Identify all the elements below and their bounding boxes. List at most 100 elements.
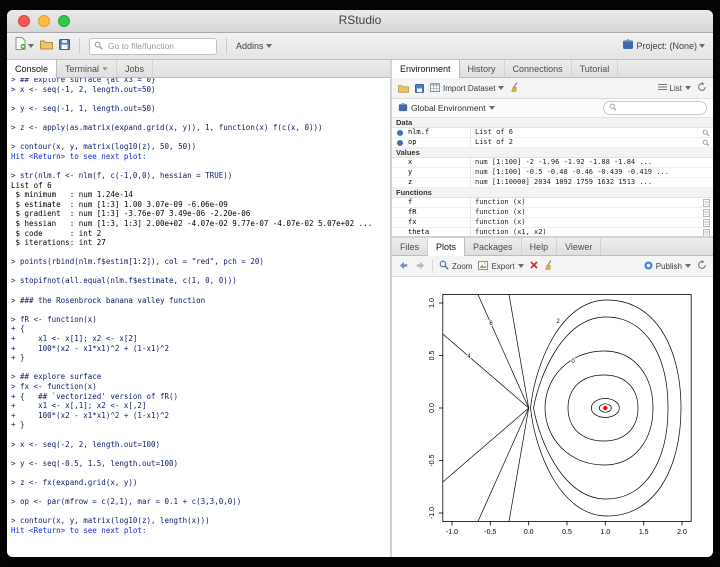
env-row-fx[interactable]: fx function (x) (392, 218, 713, 228)
tab-jobs[interactable]: Jobs (117, 60, 154, 77)
environment-display-mode-button[interactable]: List (657, 83, 691, 93)
clear-all-plots-button[interactable] (544, 260, 554, 272)
console-line: + } (11, 353, 25, 363)
save-button[interactable] (59, 37, 70, 55)
env-object-value: List of 2 (470, 138, 713, 147)
goto-file-search[interactable] (89, 37, 217, 55)
tab-packages[interactable]: Packages (465, 238, 522, 255)
plots-tabbar: Files Plots Packages Help Viewer (392, 238, 713, 256)
tab-help[interactable]: Help (522, 238, 558, 255)
console-line: > y <- seq(-1, 1, length.out=50) (11, 103, 156, 113)
console-line: > contour(x, y, matrix(log10(z), 50, 50)… (11, 142, 197, 152)
console-output: > ## explore surface {at x3 = 0} > x <- s… (11, 78, 388, 536)
tab-tutorial[interactable]: Tutorial (572, 60, 619, 77)
object-type-icon (397, 130, 403, 136)
env-row-theta[interactable]: theta function (x1, x2) (392, 228, 713, 236)
refresh-icon (697, 82, 707, 94)
console-line: > op <- par(mfrow = c(2,1), mar = 0.1 + … (11, 497, 242, 507)
environment-scope-row: Global Environment (392, 99, 713, 118)
close-window-button[interactable] (18, 15, 30, 27)
tab-environment[interactable]: Environment (392, 60, 460, 78)
env-object-name: f (408, 198, 413, 206)
tab-help-label: Help (529, 241, 549, 252)
zoom-window-button[interactable] (58, 15, 70, 27)
env-row-x[interactable]: x num [1:100] -2 -1.96 -1.92 -1.88 -1.84 … (392, 158, 713, 168)
y-tick-label: 0.5 (429, 351, 436, 361)
environment-scope-select[interactable]: Global Environment (398, 102, 495, 114)
tab-plots-label: Plots (436, 242, 457, 252)
x-tick-label: 2.0 (677, 529, 687, 536)
env-row-fR[interactable]: fR function (x) (392, 208, 713, 218)
rstudio-window: RStudio Addins (7, 10, 713, 557)
tab-viewer-label: Viewer (565, 241, 593, 252)
main-toolbar: Addins Project: (None) (7, 33, 713, 60)
x-axis-ticks (451, 521, 683, 526)
publish-label: Publish (655, 261, 682, 271)
list-mode-label: List (669, 83, 682, 93)
save-workspace-button[interactable] (415, 83, 424, 93)
load-workspace-button[interactable] (398, 84, 409, 93)
r-cube-icon (398, 102, 408, 114)
tab-files[interactable]: Files (392, 238, 429, 255)
project-menu-button[interactable]: Project: (None) (622, 37, 705, 55)
console-line: > z <- apply(as.matrix(expand.grid(x, y)… (11, 122, 323, 132)
tab-terminal-label: Terminal (65, 63, 100, 74)
env-object-name: op (408, 138, 417, 146)
env-row-f[interactable]: f function (x) (392, 198, 713, 208)
tab-history[interactable]: History (460, 60, 505, 77)
plots-toolbar: Zoom Export Publish (392, 256, 713, 277)
chevron-down-icon (488, 106, 495, 110)
chevron-down-icon (699, 44, 705, 48)
console-line: + { ## `vectorized' version of fR() (11, 391, 179, 401)
r-project-cube-icon (622, 37, 634, 55)
open-file-button[interactable] (40, 37, 53, 55)
import-dataset-button[interactable]: Import Dataset (430, 82, 505, 94)
object-type-icon (397, 140, 403, 146)
tab-console[interactable]: Console (7, 60, 58, 78)
publish-plot-button[interactable]: Publish (644, 261, 691, 272)
tab-tutorial-label: Tutorial (579, 63, 610, 74)
desktop-background: RStudio Addins (0, 0, 720, 567)
view-function-icon[interactable] (703, 228, 710, 236)
environment-pane: Environment History Connections Tutorial… (392, 60, 713, 236)
env-row-nlm.f[interactable]: nlm.f List of 6 (392, 128, 713, 138)
tab-connections[interactable]: Connections (505, 60, 572, 77)
goto-file-input[interactable] (106, 40, 212, 52)
export-plot-button[interactable]: Export (478, 260, 524, 272)
new-file-button[interactable] (15, 37, 34, 55)
tab-viewer[interactable]: Viewer (557, 238, 602, 255)
chevron-down-icon (685, 264, 691, 268)
publish-icon (644, 261, 653, 272)
next-plot-button[interactable] (415, 261, 426, 272)
env-row-op[interactable]: op List of 2 (392, 138, 713, 148)
tab-plots[interactable]: Plots (428, 238, 466, 256)
addins-menu-button[interactable]: Addins (236, 41, 272, 51)
refresh-plot-button[interactable] (697, 260, 707, 272)
zoom-plot-button[interactable]: Zoom (439, 260, 472, 272)
environment-search-box[interactable] (603, 101, 707, 115)
env-row-z[interactable]: z num [1:10000] 2034 1892 1759 1632 1513 … (392, 178, 713, 188)
console-line: > stopifnot(all.equal(nlm.f$estimate, c(… (11, 276, 237, 286)
refresh-environment-button[interactable] (697, 82, 707, 94)
console-line: > ## explore surface {at x3 = 0} (11, 78, 156, 84)
inspect-object-icon[interactable] (702, 139, 710, 150)
remove-plot-button[interactable] (530, 261, 538, 271)
toolbar-separator (226, 38, 227, 54)
x-tick-label: -0.5 (484, 529, 496, 536)
title-bar: RStudio (7, 10, 713, 33)
env-row-y[interactable]: y num [1:100] -0.5 -0.48 -0.46 -0.439 -0.… (392, 168, 713, 178)
previous-plot-button[interactable] (398, 261, 409, 272)
minimize-window-button[interactable] (38, 15, 50, 27)
console-scroll-area[interactable]: > ## explore surface {at x3 = 0} > x <- s… (7, 78, 390, 557)
clear-environment-button[interactable] (510, 82, 520, 94)
env-object-value: num [1:100] -2 -1.96 -1.92 -1.88 -1.84 .… (470, 158, 713, 167)
tab-terminal[interactable]: Terminal (57, 60, 118, 77)
console-line: Hit <Return> to see next plot: (11, 525, 151, 535)
environment-toolbar: Import Dataset List (392, 78, 713, 99)
console-line: + x1 <- x[1]; x2 <- x[2] (11, 334, 138, 344)
y-tick-label: 1.0 (429, 298, 436, 308)
console-line: + 100*(x2 - x1*x1)^2 + (1-x1)^2 (11, 410, 170, 420)
env-section-header: Data (392, 118, 713, 128)
